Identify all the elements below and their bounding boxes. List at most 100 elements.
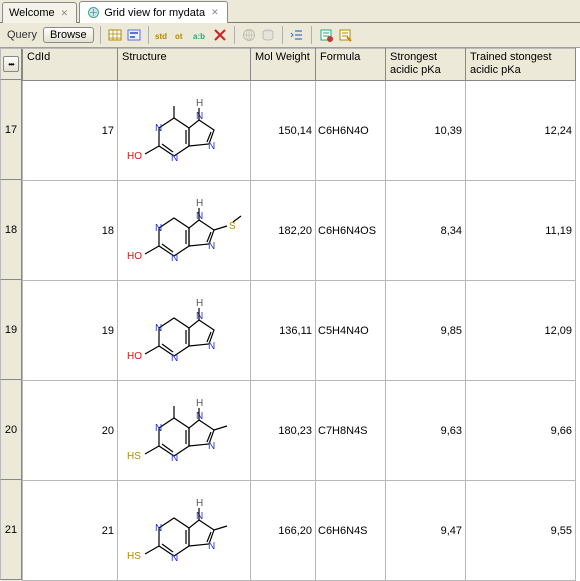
svg-text:H: H [196,298,203,309]
tab-gridview[interactable]: Grid view for mydata ✕ [79,1,227,23]
svg-text:N: N [208,541,215,552]
table-row[interactable]: 19NNNNHHO136,11C5H4N4O9,8512,09 [23,281,576,381]
row-header[interactable]: 17 [0,80,22,180]
svg-text:S: S [229,221,236,232]
cell-trained[interactable]: 9,55 [466,481,576,581]
cell-trained[interactable]: 12,09 [466,281,576,381]
svg-text:N: N [196,411,203,422]
ot-icon[interactable]: ot [174,27,190,43]
browse-button[interactable]: Browse [43,27,94,43]
cell-strongest[interactable]: 9,85 [386,281,466,381]
svg-text:HO: HO [127,251,142,262]
cell-structure[interactable]: NNNNHHOS [118,181,251,281]
cell-strongest[interactable]: 9,47 [386,481,466,581]
tab-label: Grid view for mydata [104,7,205,19]
svg-text:N: N [155,423,162,434]
row-header[interactable]: 19 [0,280,22,380]
svg-text:std: std [155,32,167,41]
row-header[interactable]: 21 [0,480,22,580]
svg-text:N: N [196,511,203,522]
cell-molweight[interactable]: 182,20 [251,181,316,281]
cell-molweight[interactable]: 150,14 [251,81,316,181]
svg-text:N: N [208,241,215,252]
cell-cdid[interactable]: 21 [23,481,118,581]
separator [100,26,101,44]
separator [282,26,283,44]
table-view-icon[interactable] [107,27,123,43]
form-view-icon[interactable] [126,27,142,43]
table-row[interactable]: 20NNNNHHS180,23C7H8N4S9,639,66 [23,381,576,481]
svg-text:N: N [208,441,215,452]
indent-icon[interactable] [289,27,305,43]
cell-strongest[interactable]: 10,39 [386,81,466,181]
table-row[interactable]: 17NNNNHHO150,14C6H6N4O10,3912,24 [23,81,576,181]
cell-cdid[interactable]: 19 [23,281,118,381]
cell-cdid[interactable]: 17 [23,81,118,181]
cell-formula[interactable]: C5H4N4O [316,281,386,381]
cell-formula[interactable]: C6H6N4O [316,81,386,181]
grid-icon [86,6,100,20]
svg-text:N: N [155,523,162,534]
svg-text:N: N [171,253,178,264]
svg-text:N: N [196,211,203,222]
col-header-trained[interactable]: Trained stongest acidic pKa [466,49,576,81]
toolbar: Query Browse std ot a:b [0,23,580,48]
svg-text:N: N [171,553,178,564]
col-header-molweight[interactable]: Mol Weight [251,49,316,81]
tab-label: Welcome [9,7,55,19]
svg-text:N: N [155,123,162,134]
delete-icon[interactable] [212,27,228,43]
globe-icon[interactable] [241,27,257,43]
ab-icon[interactable]: a:b [193,27,209,43]
cell-structure[interactable]: NNNNHHS [118,481,251,581]
db-icon[interactable] [260,27,276,43]
svg-text:N: N [171,353,178,364]
cell-formula[interactable]: C6H6N4OS [316,181,386,281]
cell-trained[interactable]: 9,66 [466,381,576,481]
data-grid: ••• 1718192021 CdId Structure Mol Weight… [0,48,580,581]
svg-text:HO: HO [127,351,142,362]
row-header[interactable]: 20 [0,380,22,480]
std-icon[interactable]: std [155,27,171,43]
svg-text:N: N [171,153,178,164]
cell-structure[interactable]: NNNNHHO [118,281,251,381]
svg-text:N: N [208,341,215,352]
cell-strongest[interactable]: 8,34 [386,181,466,281]
svg-text:N: N [171,453,178,464]
svg-text:ot: ot [175,32,183,41]
close-icon[interactable]: ✕ [209,7,221,18]
svg-text:a:b: a:b [193,32,205,41]
col-header-strongest[interactable]: Strongest acidic pKa [386,49,466,81]
table-row[interactable]: 21NNNNHHS166,20C6H6N4S9,479,55 [23,481,576,581]
svg-text:H: H [196,198,203,209]
cell-trained[interactable]: 12,24 [466,81,576,181]
row-header-column: ••• 1718192021 [0,48,22,581]
cell-molweight[interactable]: 180,23 [251,381,316,481]
svg-text:H: H [196,498,203,509]
tab-bar: Welcome ✕ Grid view for mydata ✕ [0,0,580,23]
cell-cdid[interactable]: 18 [23,181,118,281]
export-icon[interactable] [318,27,334,43]
col-header-formula[interactable]: Formula [316,49,386,81]
edit-sheet-icon[interactable] [337,27,353,43]
cell-molweight[interactable]: 166,20 [251,481,316,581]
tab-welcome[interactable]: Welcome ✕ [2,2,77,23]
cell-structure[interactable]: NNNNHHS [118,381,251,481]
separator [234,26,235,44]
svg-text:HO: HO [127,151,142,162]
cell-formula[interactable]: C7H8N4S [316,381,386,481]
cell-molweight[interactable]: 136,11 [251,281,316,381]
row-header[interactable]: 18 [0,180,22,280]
cell-trained[interactable]: 11,19 [466,181,576,281]
close-icon[interactable]: ✕ [59,8,71,19]
col-header-structure[interactable]: Structure [118,49,251,81]
cell-structure[interactable]: NNNNHHO [118,81,251,181]
col-header-cdid[interactable]: CdId [23,49,118,81]
cell-strongest[interactable]: 9,63 [386,381,466,481]
cell-formula[interactable]: C6H6N4S [316,481,386,581]
cell-cdid[interactable]: 20 [23,381,118,481]
svg-text:N: N [155,223,162,234]
select-all-corner[interactable]: ••• [0,48,22,80]
table-row[interactable]: 18NNNNHHOS182,20C6H6N4OS8,3411,19 [23,181,576,281]
query-link[interactable]: Query [4,29,40,41]
